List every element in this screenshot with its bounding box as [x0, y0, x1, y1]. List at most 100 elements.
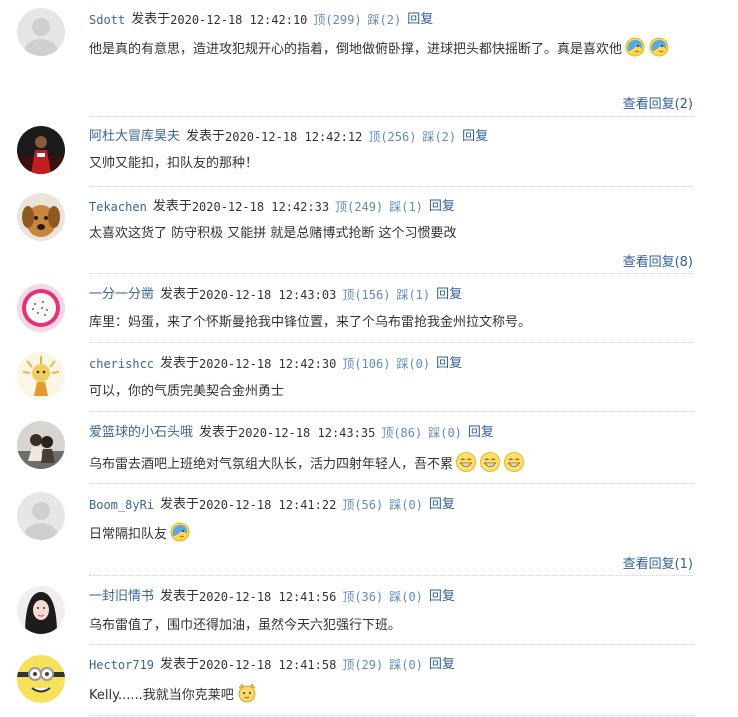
upvote-button[interactable]: 顶(106)	[342, 355, 390, 373]
avatar[interactable]	[17, 655, 65, 703]
posted-label: 发表于	[152, 199, 192, 214]
upvote-button[interactable]: 顶(249)	[335, 198, 383, 216]
username-link[interactable]: Tekachen	[89, 198, 147, 216]
downvote-button[interactable]: 踩(0)	[389, 496, 423, 514]
reply-button[interactable]: 回复	[429, 198, 455, 216]
comment-body: 又帅又能扣，扣队友的那种！	[89, 151, 699, 177]
username-link[interactable]: Boom_8yRi	[89, 496, 154, 514]
comment-meta: cherishcc 发表于2020-12-18 12:42:30 顶(106) 踩(0…	[89, 355, 462, 373]
posted-time: 2020-12-18 12:41:58	[199, 658, 337, 672]
cat-face-emoji	[236, 682, 258, 704]
reply-button[interactable]: 回复	[462, 128, 488, 146]
username-link[interactable]: cherishcc	[89, 355, 154, 373]
upvote-button[interactable]: 顶(256)	[368, 128, 416, 146]
comment-meta: Boom_8yRi 发表于2020-12-18 12:41:22 顶(56) 踩(0)…	[89, 496, 455, 514]
posted-time: 2020-12-18 12:42:33	[191, 200, 330, 214]
comment-text: 乌布雷值了，围巾还得加油，虽然今天六犯强行下班。	[89, 618, 402, 633]
comment-body: 乌布雷去酒吧上班绝对气氛组大队长，活力四射年轻人，吾不累	[89, 451, 699, 478]
posted-time: 2020-12-18 12:41:56	[199, 590, 337, 604]
grin-emoji	[503, 451, 525, 473]
downvote-button[interactable]: 踩(2)	[368, 11, 402, 29]
comment-divider	[89, 116, 693, 117]
downvote-button[interactable]: 踩(0)	[389, 588, 423, 606]
grin-emoji	[479, 451, 501, 473]
comment-text: 他是真的有意思，造进攻犯规开心的指着，倒地做俯卧撑，进球把头都快摇断了。真是喜欢…	[89, 42, 623, 57]
comment-divider	[89, 273, 693, 274]
view-replies-link[interactable]: 查看回复(2)	[623, 93, 693, 112]
downvote-button[interactable]: 踩(1)	[396, 286, 430, 304]
posted-time: 2020-12-18 12:43:35	[238, 426, 376, 440]
comment-meta: Sdott 发表于2020-12-18 12:42:10 顶(299) 踩(2) 回复	[89, 11, 433, 29]
posted-time: 2020-12-18 12:41:22	[199, 498, 337, 512]
reply-button[interactable]: 回复	[468, 424, 494, 442]
comment-text: 可以，你的气质完美契合金州勇士	[89, 384, 285, 399]
username-link[interactable]: 爱篮球的小石头哦	[89, 424, 193, 442]
posted-time: 2020-12-18 12:42:30	[199, 357, 337, 371]
reply-button[interactable]: 回复	[436, 355, 462, 373]
reply-button[interactable]: 回复	[429, 496, 455, 514]
comment-body: 乌布雷值了，围巾还得加油，虽然今天六犯强行下班。	[89, 613, 699, 639]
blue-hug-emoji	[169, 521, 191, 543]
comment-body: 日常隔扣队友	[89, 521, 699, 548]
blue-hug-emoji	[648, 36, 670, 58]
avatar[interactable]	[17, 126, 65, 174]
avatar[interactable]	[17, 284, 65, 332]
comment-body: 可以，你的气质完美契合金州勇士	[89, 379, 699, 405]
downvote-button[interactable]: 踩(2)	[422, 128, 456, 146]
reply-button[interactable]: 回复	[429, 588, 455, 606]
upvote-button[interactable]: 顶(299)	[313, 11, 361, 29]
comment-divider	[89, 575, 693, 576]
downvote-button[interactable]: 踩(0)	[428, 424, 462, 442]
comment-divider	[89, 411, 693, 412]
comment-meta: Hector719 发表于2020-12-18 12:41:58 顶(29) 踩(0)…	[89, 656, 455, 674]
comment-body: 他是真的有意思，造进攻犯规开心的指着，倒地做俯卧撑，进球把头都快摇断了。真是喜欢…	[89, 36, 699, 63]
comment-divider	[89, 186, 693, 187]
username-link[interactable]: Hector719	[89, 656, 154, 674]
username-link[interactable]: 一分一分凿	[89, 286, 154, 304]
username-link[interactable]: 一封旧情书	[89, 588, 154, 606]
avatar[interactable]	[17, 586, 65, 634]
upvote-button[interactable]: 顶(29)	[342, 656, 383, 674]
avatar[interactable]	[17, 8, 65, 56]
view-replies-link[interactable]: 查看回复(8)	[623, 251, 693, 270]
upvote-button[interactable]: 顶(156)	[342, 286, 390, 304]
downvote-button[interactable]: 踩(0)	[389, 656, 423, 674]
username-link[interactable]: Sdott	[89, 11, 125, 29]
upvote-button[interactable]: 顶(36)	[342, 588, 383, 606]
avatar[interactable]	[17, 421, 65, 469]
comment-divider	[89, 483, 693, 484]
blue-hug-emoji	[624, 36, 646, 58]
posted-label: 发表于	[160, 356, 200, 371]
comment-body: 库里：妈蛋，来了个怀斯曼抢我中锋位置，来了个乌布雷抢我金州拉文称号。	[89, 310, 699, 336]
comment-text: 太喜欢这货了 防守积极 又能拼 就是总赌博式抢断 这个习惯要改	[89, 226, 457, 241]
comment-text: 乌布雷去酒吧上班绝对气氛组大队长，活力四射年轻人，吾不累	[89, 457, 454, 472]
upvote-button[interactable]: 顶(86)	[381, 424, 422, 442]
comment-body: 太喜欢这货了 防守积极 又能拼 就是总赌博式抢断 这个习惯要改	[89, 221, 699, 247]
comment-text: 又帅又能扣，扣队友的那种！	[89, 156, 259, 171]
comment-divider	[89, 715, 693, 716]
avatar[interactable]	[17, 193, 65, 241]
posted-time: 2020-12-18 12:43:03	[199, 288, 337, 302]
avatar[interactable]	[17, 492, 65, 540]
posted-label: 发表于	[160, 657, 200, 672]
upvote-button[interactable]: 顶(56)	[342, 496, 383, 514]
comment-text: Kelly......我就当你克莱吧	[89, 688, 234, 703]
reply-button[interactable]: 回复	[407, 11, 433, 29]
posted-label: 发表于	[199, 425, 239, 440]
view-replies-link[interactable]: 查看回复(1)	[623, 553, 693, 572]
comment-text: 日常隔扣队友	[89, 527, 168, 542]
avatar[interactable]	[17, 352, 65, 400]
reply-button[interactable]: 回复	[436, 286, 462, 304]
comment-body: Kelly......我就当你克莱吧	[89, 682, 699, 709]
reply-button[interactable]: 回复	[429, 656, 455, 674]
username-link[interactable]: 阿杜大冒库昊夫	[89, 128, 180, 146]
comment-text: 库里：妈蛋，来了个怀斯曼抢我中锋位置，来了个乌布雷抢我金州拉文称号。	[89, 315, 532, 330]
posted-label: 发表于	[160, 589, 200, 604]
downvote-button[interactable]: 踩(0)	[396, 355, 430, 373]
comment-meta: 一封旧情书 发表于2020-12-18 12:41:56 顶(36) 踩(0) 回复	[89, 588, 455, 606]
downvote-button[interactable]: 踩(1)	[389, 198, 423, 216]
posted-label: 发表于	[186, 129, 226, 144]
posted-label: 发表于	[160, 497, 200, 512]
comment-list: Sdott 发表于2020-12-18 12:42:10 顶(299) 踩(2) 回复他…	[0, 0, 738, 717]
comment-divider	[89, 342, 693, 343]
